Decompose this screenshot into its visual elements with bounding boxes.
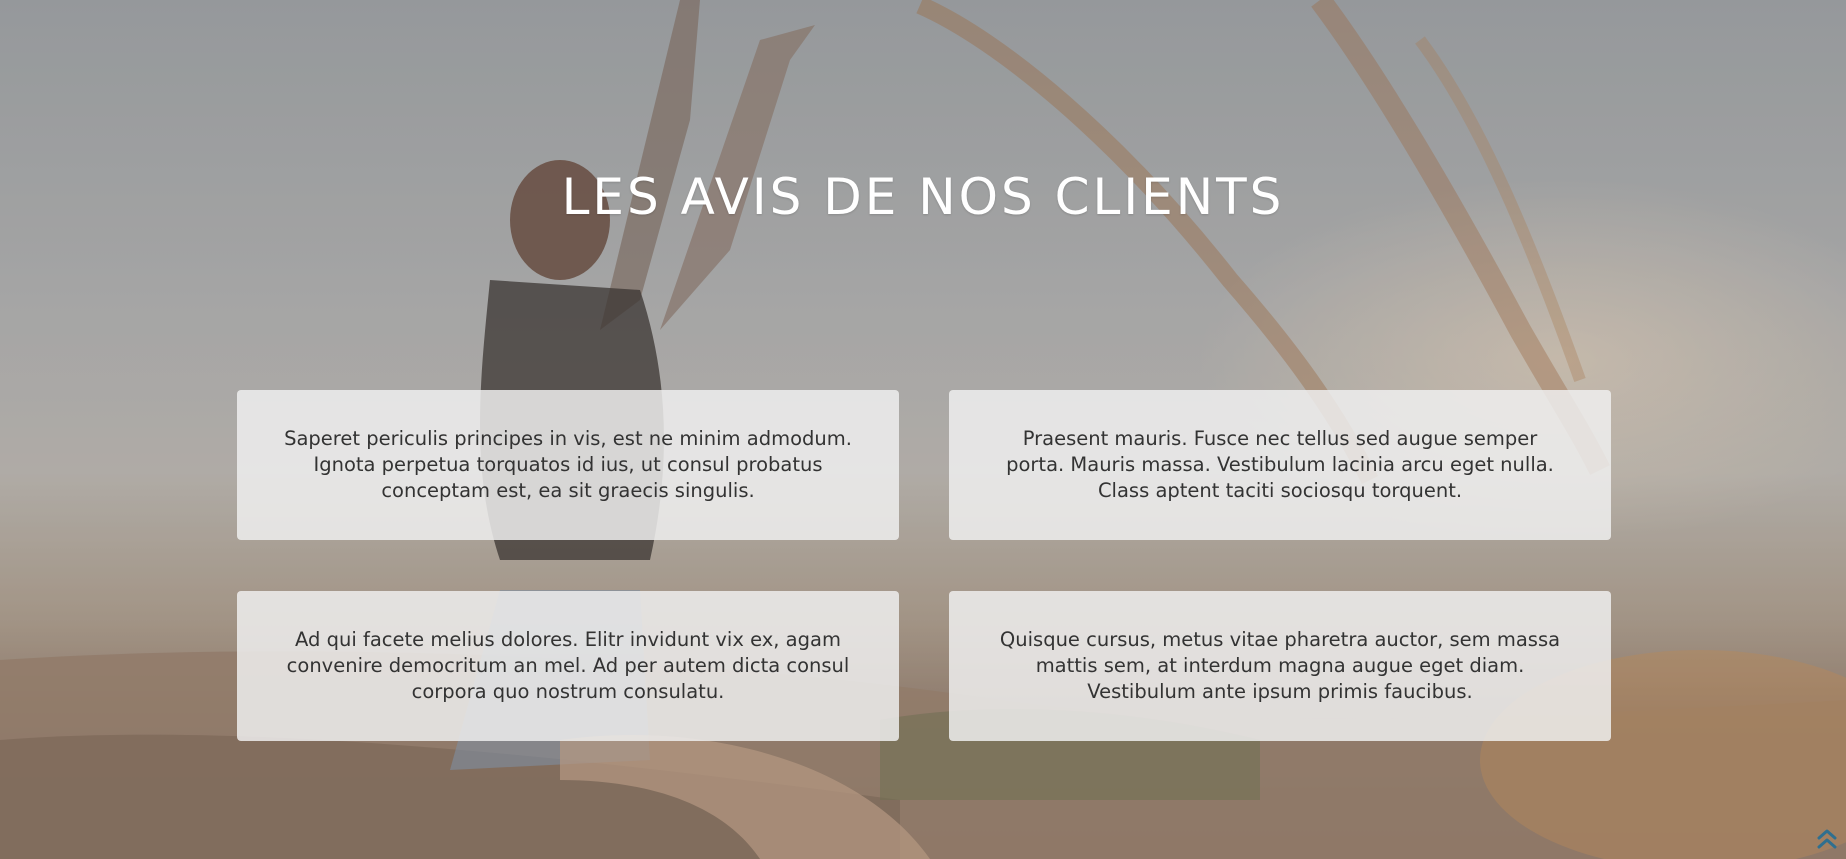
testimonial-card: Saperet periculis principes in vis, est … bbox=[237, 390, 899, 540]
section-title: LES AVIS DE NOS CLIENTS bbox=[561, 168, 1285, 226]
testimonial-text: Praesent mauris. Fusce nec tellus sed au… bbox=[1006, 427, 1554, 502]
scroll-to-top-button[interactable] bbox=[1816, 827, 1838, 851]
testimonial-text: Ad qui facete melius dolores. Elitr invi… bbox=[286, 628, 850, 703]
testimonial-text: Quisque cursus, metus vitae pharetra auc… bbox=[999, 628, 1561, 703]
testimonial-card: Ad qui facete melius dolores. Elitr invi… bbox=[237, 591, 899, 741]
testimonial-card: Quisque cursus, metus vitae pharetra auc… bbox=[949, 591, 1611, 741]
testimonial-text: Saperet periculis principes in vis, est … bbox=[284, 427, 852, 502]
double-chevron-up-icon bbox=[1817, 829, 1837, 849]
testimonial-card: Praesent mauris. Fusce nec tellus sed au… bbox=[949, 390, 1611, 540]
